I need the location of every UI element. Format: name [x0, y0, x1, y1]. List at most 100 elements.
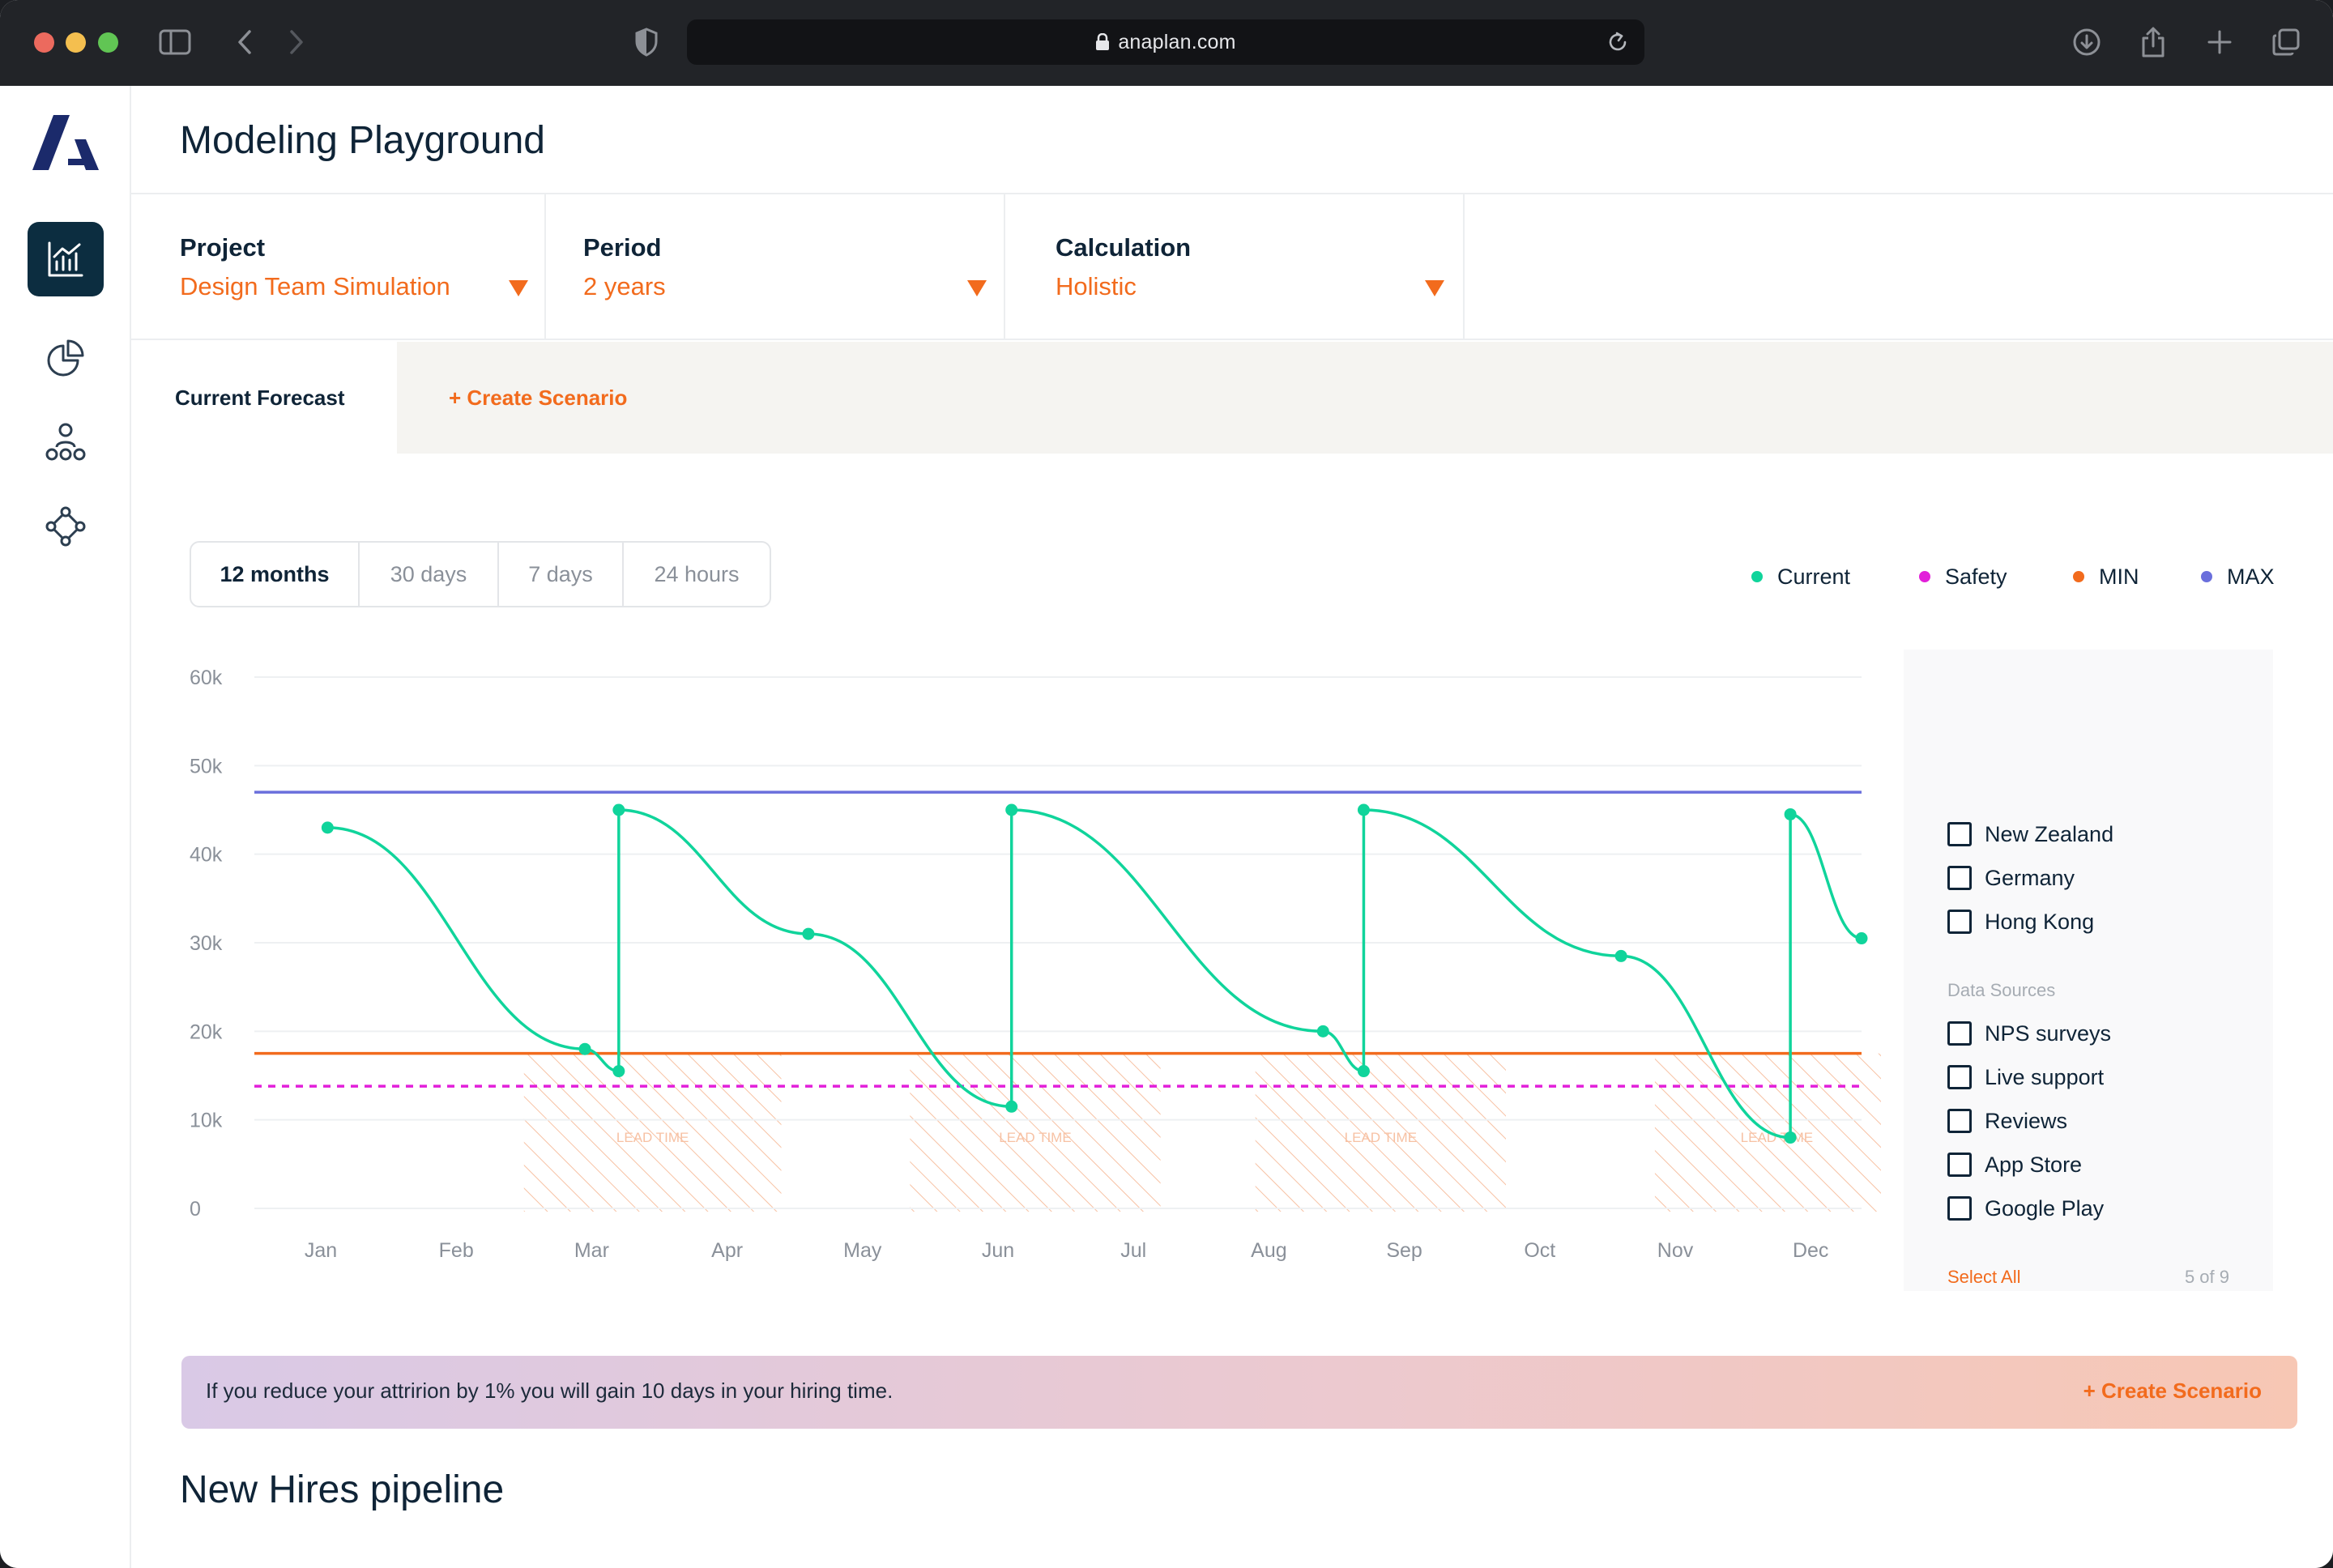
legend-label: Safety	[1945, 564, 2007, 589]
y-tick-label: 20k	[190, 1020, 223, 1043]
checkbox-app-store[interactable]: App Store	[1947, 1148, 2082, 1181]
data-point	[1005, 1100, 1018, 1113]
legend-label: MIN	[2099, 564, 2139, 589]
reload-icon[interactable]	[1606, 30, 1630, 54]
browser-window: anaplan.com Modeling Playground Project …	[0, 0, 2333, 1568]
forecast-chart: LEAD TIME LEAD TIME LEAD TIME LEAD TIME 0 10…	[190, 667, 1881, 1262]
checkbox-new-zealand[interactable]: New Zealand	[1947, 818, 2113, 850]
selection-count: 5 of 9	[2184, 1267, 2229, 1287]
x-tick-label: Aug	[1251, 1239, 1286, 1262]
checkbox-box[interactable]	[1947, 1065, 1972, 1089]
y-tick-label: 30k	[190, 932, 223, 955]
address-bar[interactable]: anaplan.com	[687, 19, 1644, 65]
share-icon[interactable]	[2135, 24, 2171, 60]
x-tick-label: Nov	[1657, 1239, 1694, 1262]
data-point	[612, 1065, 625, 1078]
pie-chart-icon	[47, 339, 84, 377]
x-tick-label: Jan	[305, 1239, 337, 1262]
minimize-window-button[interactable]	[66, 32, 86, 53]
legend-min[interactable]: MIN	[2073, 560, 2139, 593]
anaplan-logo[interactable]	[32, 115, 99, 170]
data-point	[1316, 1025, 1329, 1038]
filter-panel: New Zealand Germany Hong Kong Data Sourc…	[1904, 650, 2273, 1291]
close-window-button[interactable]	[34, 32, 54, 53]
x-tick-label: Dec	[1793, 1239, 1828, 1262]
data-point	[1614, 949, 1627, 962]
url-text: anaplan.com	[1118, 30, 1236, 53]
checkbox-box[interactable]	[1947, 1021, 1972, 1046]
x-tick-label: Sep	[1386, 1239, 1422, 1262]
data-point	[1005, 803, 1018, 816]
nav-network[interactable]	[28, 489, 104, 564]
download-icon[interactable]	[2069, 24, 2105, 60]
x-tick-label: Feb	[439, 1239, 474, 1262]
data-point	[1784, 1131, 1797, 1144]
checkbox-label: Live support	[1985, 1064, 2105, 1089]
x-tick-label: May	[843, 1239, 882, 1262]
checkbox-box[interactable]	[1947, 822, 1972, 846]
y-tick-label: 40k	[190, 844, 223, 867]
tab-overview-icon[interactable]	[2268, 24, 2304, 60]
checkbox-box[interactable]	[1947, 1109, 1972, 1133]
legend-max[interactable]: MAX	[2201, 560, 2275, 593]
y-tick-label: 10k	[190, 1110, 223, 1132]
x-tick-label: Mar	[574, 1239, 609, 1262]
insight-text: If you reduce your attririon by 1% you w…	[206, 1378, 894, 1403]
new-tab-icon[interactable]	[2202, 24, 2237, 60]
section-title: New Hires pipeline	[180, 1468, 505, 1511]
nav-analytics[interactable]	[28, 222, 104, 296]
checkbox-box[interactable]	[1947, 1153, 1972, 1177]
data-point	[1357, 803, 1370, 816]
nav-org-chart[interactable]	[28, 405, 104, 479]
y-tick-label: 60k	[190, 667, 223, 689]
checkbox-label: Google Play	[1985, 1195, 2105, 1221]
chart-icon	[48, 241, 83, 277]
insight-banner: If you reduce your attririon by 1% you w…	[181, 1356, 2297, 1429]
data-point	[1357, 1065, 1370, 1078]
data-point	[1784, 807, 1797, 820]
data-point	[578, 1042, 591, 1055]
y-tick-label: 0	[190, 1198, 201, 1221]
data-sources-heading: Data Sources	[1947, 980, 2056, 1000]
data-point	[802, 927, 815, 940]
data-point	[1855, 932, 1868, 945]
browser-toolbar: anaplan.com	[0, 0, 2333, 86]
app-sidebar	[0, 86, 131, 1568]
back-icon[interactable]	[227, 24, 262, 60]
network-icon	[45, 506, 86, 547]
checkbox-label: Hong Kong	[1985, 909, 2095, 934]
nav-reports[interactable]	[28, 321, 104, 395]
checkbox-reviews[interactable]: Reviews	[1947, 1105, 2067, 1137]
banner-create-scenario-button[interactable]: + Create Scenario	[2083, 1378, 2262, 1404]
checkbox-germany[interactable]: Germany	[1947, 862, 2075, 894]
x-tick-label: Oct	[1524, 1239, 1555, 1262]
checkbox-nps-surveys[interactable]: NPS surveys	[1947, 1017, 2111, 1050]
x-tick-label: Jul	[1120, 1239, 1146, 1262]
checkbox-label: Reviews	[1985, 1108, 2068, 1133]
select-all-link[interactable]: Select All	[1947, 1267, 2021, 1288]
checkbox-box[interactable]	[1947, 1196, 1972, 1221]
data-point	[612, 803, 625, 816]
maximize-window-button[interactable]	[98, 32, 118, 53]
checkbox-label: App Store	[1985, 1152, 2083, 1177]
lock-icon	[1096, 33, 1110, 50]
checkbox-google-play[interactable]: Google Play	[1947, 1192, 2104, 1225]
checkbox-label: New Zealand	[1985, 821, 2114, 846]
checkbox-box[interactable]	[1947, 910, 1972, 934]
data-point	[321, 821, 334, 834]
x-tick-label: Jun	[982, 1239, 1014, 1262]
y-tick-label: 50k	[190, 755, 223, 778]
checkbox-hong-kong[interactable]: Hong Kong	[1947, 905, 2094, 938]
main-content: Modeling Playground Project Design Team …	[131, 86, 2333, 1568]
checkbox-box[interactable]	[1947, 866, 1972, 890]
legend-label: MAX	[2227, 564, 2275, 589]
x-tick-label: Apr	[711, 1239, 743, 1262]
legend-safety[interactable]: Safety	[1919, 560, 2007, 593]
lead-time-label: LEAD TIME	[616, 1130, 689, 1145]
forward-icon[interactable]	[279, 24, 314, 60]
sidebar-toggle-icon[interactable]	[157, 24, 193, 60]
lead-time-label: LEAD TIME	[1345, 1130, 1417, 1145]
checkbox-label: NPS surveys	[1985, 1020, 2112, 1046]
checkbox-live-support[interactable]: Live support	[1947, 1061, 2104, 1093]
privacy-shield-icon[interactable]	[629, 24, 664, 60]
